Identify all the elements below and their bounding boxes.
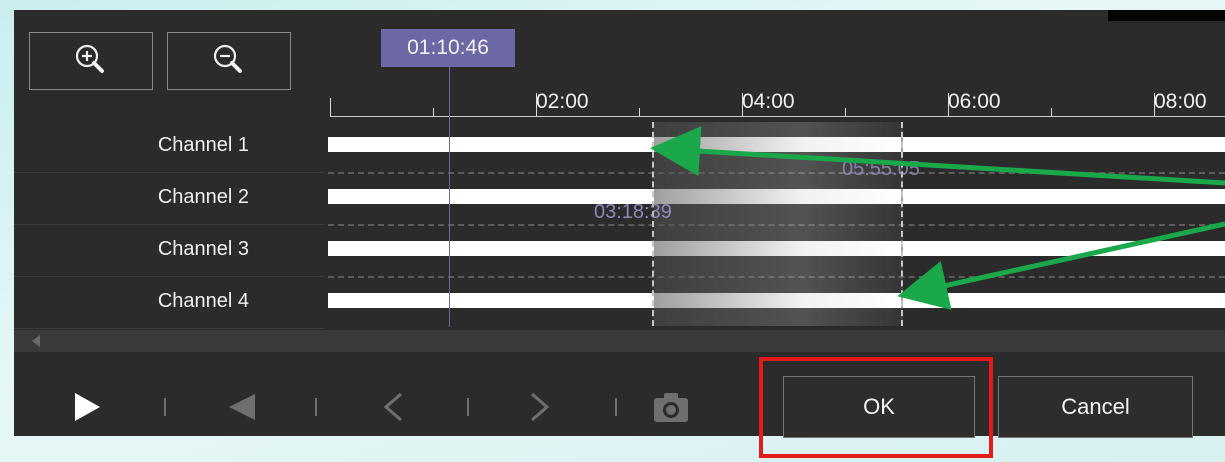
rewind-button[interactable] bbox=[222, 388, 262, 426]
ruler-tick-label: 02:00 bbox=[536, 90, 589, 113]
ruler-tick bbox=[330, 98, 331, 116]
zoom-in-button[interactable] bbox=[29, 32, 153, 90]
channel-label: Channel 1 bbox=[157, 134, 249, 156]
separator bbox=[164, 398, 166, 416]
channel-row[interactable]: Channel 3 bbox=[14, 224, 324, 277]
separator bbox=[315, 398, 317, 416]
separator bbox=[467, 398, 469, 416]
ruler-baseline bbox=[330, 116, 1225, 117]
ruler-tick bbox=[845, 108, 846, 116]
clip-selection[interactable] bbox=[652, 122, 903, 326]
channel-row[interactable]: Channel 1 bbox=[14, 120, 324, 173]
ruler-tick bbox=[1051, 108, 1052, 116]
ruler-tick-label: 08:00 bbox=[1154, 90, 1207, 113]
ruler-tick bbox=[639, 108, 640, 116]
next-frame-button[interactable] bbox=[519, 388, 559, 426]
zoom-out-button[interactable] bbox=[167, 32, 291, 90]
snapshot-button[interactable] bbox=[651, 388, 691, 426]
channel-label: Channel 3 bbox=[157, 238, 249, 260]
selection-end-time: 05:55:05 bbox=[842, 158, 920, 180]
playhead-time[interactable]: 01:10:46 bbox=[381, 29, 515, 67]
channel-row[interactable]: Channel 4 bbox=[14, 276, 324, 329]
playhead-line[interactable] bbox=[449, 67, 450, 327]
zoom-out-icon bbox=[213, 44, 242, 73]
ruler-tick-label: 06:00 bbox=[948, 90, 1001, 113]
channel-list: Channel 1 Channel 2 Channel 3 Channel 4 bbox=[14, 120, 324, 329]
next-frame-icon bbox=[531, 392, 550, 422]
rewind-icon bbox=[229, 394, 255, 420]
selection-start-time: 03:18:39 bbox=[594, 201, 672, 223]
previous-frame-button[interactable] bbox=[374, 388, 414, 426]
channel-row[interactable]: Channel 2 bbox=[14, 172, 324, 225]
ok-highlight-box bbox=[759, 357, 993, 458]
play-icon bbox=[75, 393, 100, 421]
cancel-button[interactable]: Cancel bbox=[998, 376, 1193, 438]
previous-frame-icon bbox=[383, 392, 402, 422]
play-button[interactable] bbox=[66, 388, 106, 426]
camera-icon bbox=[654, 393, 688, 422]
ruler-tick-label: 04:00 bbox=[742, 90, 795, 113]
horizontal-scrollbar[interactable] bbox=[14, 330, 1225, 352]
zoom-in-icon bbox=[75, 44, 104, 73]
channel-label: Channel 2 bbox=[157, 186, 249, 208]
separator bbox=[615, 398, 617, 416]
scroll-left-icon[interactable] bbox=[32, 335, 40, 347]
ruler-tick bbox=[433, 108, 434, 116]
channel-label: Channel 4 bbox=[157, 290, 249, 312]
